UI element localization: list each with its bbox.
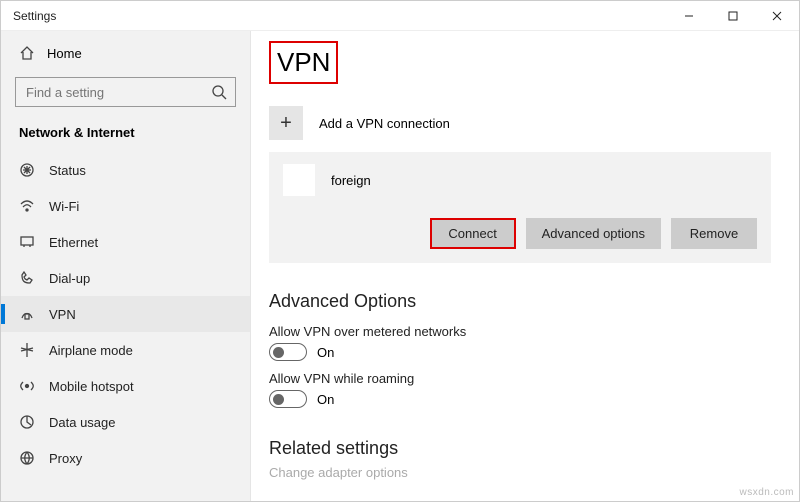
section-title: Network & Internet <box>1 121 250 152</box>
toggle-metered[interactable] <box>269 343 307 361</box>
airplane-icon <box>19 342 35 358</box>
hotspot-icon <box>19 378 35 394</box>
nav-label: Ethernet <box>49 235 98 250</box>
nav-ethernet[interactable]: Ethernet <box>1 224 250 260</box>
opt-metered-label: Allow VPN over metered networks <box>269 324 771 339</box>
maximize-button[interactable] <box>711 1 755 31</box>
close-button[interactable] <box>755 1 799 31</box>
connect-button[interactable]: Connect <box>430 218 516 249</box>
search-box[interactable] <box>15 77 236 107</box>
vpn-icon <box>19 306 35 322</box>
nav-label: Data usage <box>49 415 116 430</box>
remove-button[interactable]: Remove <box>671 218 757 249</box>
search-input[interactable] <box>24 84 204 101</box>
nav-label: Dial-up <box>49 271 90 286</box>
related-settings-heading: Related settings <box>269 438 771 459</box>
opt-roaming-label: Allow VPN while roaming <box>269 371 771 386</box>
main-content: VPN + Add a VPN connection foreign Conne… <box>251 31 799 501</box>
watermark: wsxdn.com <box>739 487 794 498</box>
data-usage-icon <box>19 414 35 430</box>
toggle-metered-state: On <box>317 345 334 360</box>
nav-airplane[interactable]: Airplane mode <box>1 332 250 368</box>
wifi-icon <box>19 198 35 214</box>
nav-wifi[interactable]: Wi-Fi <box>1 188 250 224</box>
sidebar: Home Network & Internet Status Wi-Fi Eth… <box>1 31 251 501</box>
advanced-options-button[interactable]: Advanced options <box>526 218 661 249</box>
vpn-entry-name: foreign <box>331 173 371 188</box>
minimize-button[interactable] <box>667 1 711 31</box>
vpn-entry[interactable]: foreign Connect Advanced options Remove <box>269 152 771 263</box>
proxy-icon <box>19 450 35 466</box>
nav-dialup[interactable]: Dial-up <box>1 260 250 296</box>
toggle-roaming[interactable] <box>269 390 307 408</box>
status-icon <box>19 162 35 178</box>
advanced-options-heading: Advanced Options <box>269 291 771 312</box>
page-title: VPN <box>269 41 338 84</box>
home-icon <box>19 45 35 61</box>
nav-label: Proxy <box>49 451 82 466</box>
add-vpn-label: Add a VPN connection <box>319 116 450 131</box>
nav-proxy[interactable]: Proxy <box>1 440 250 476</box>
vpn-entry-icon <box>283 164 315 196</box>
nav-vpn[interactable]: VPN <box>1 296 250 332</box>
home-label: Home <box>47 46 82 61</box>
toggle-roaming-state: On <box>317 392 334 407</box>
change-adapter-link[interactable]: Change adapter options <box>269 465 771 480</box>
nav-datausage[interactable]: Data usage <box>1 404 250 440</box>
nav-label: VPN <box>49 307 76 322</box>
nav-status[interactable]: Status <box>1 152 250 188</box>
ethernet-icon <box>19 234 35 250</box>
nav-label: Mobile hotspot <box>49 379 134 394</box>
nav-hotspot[interactable]: Mobile hotspot <box>1 368 250 404</box>
nav-label: Wi-Fi <box>49 199 79 214</box>
add-vpn-row[interactable]: + Add a VPN connection <box>269 106 771 140</box>
dialup-icon <box>19 270 35 286</box>
home-link[interactable]: Home <box>1 37 250 69</box>
plus-icon: + <box>269 106 303 140</box>
search-icon <box>211 84 227 100</box>
nav-label: Status <box>49 163 86 178</box>
nav-label: Airplane mode <box>49 343 133 358</box>
window-title: Settings <box>13 9 56 23</box>
